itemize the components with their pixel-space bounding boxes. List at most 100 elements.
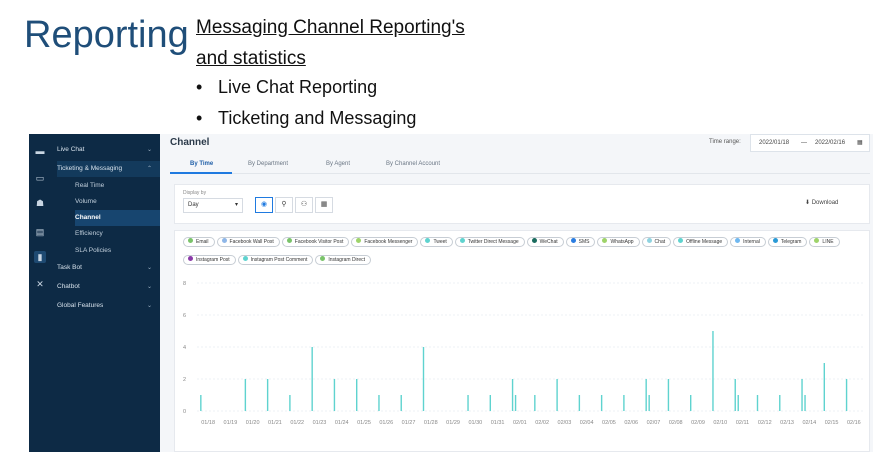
user-icon: ⚲ (281, 201, 287, 208)
legend-item[interactable]: Facebook Messenger (351, 237, 419, 247)
time-range-picker[interactable]: 2022/01/18 — 2022/02/16 ▦ (750, 134, 870, 152)
main-content: Channel Time range: 2022/01/18 — 2022/02… (160, 134, 873, 452)
sidebar-item-ticketing-messaging[interactable]: Ticketing & Messaging ⌃ (57, 161, 160, 177)
chart-bar[interactable] (333, 379, 336, 411)
x-tick-label: 02/13 (780, 420, 794, 426)
chart-bar[interactable] (845, 379, 848, 411)
tab-bar: By Time By Department By Agent By Channe… (170, 158, 870, 174)
chart-bar[interactable] (378, 395, 380, 411)
chevron-down-icon: ⌄ (146, 284, 152, 290)
x-tick-label: 01/28 (424, 420, 438, 426)
chart-bar[interactable] (556, 379, 558, 411)
sidebar-item-live-chat[interactable]: Live Chat ⌄ (57, 142, 160, 158)
download-button[interactable]: ⬇ Download (805, 199, 838, 206)
chart-bar[interactable] (737, 395, 739, 411)
legend-item[interactable]: Offline Message (673, 237, 729, 247)
legend-item[interactable]: Tweet (420, 237, 453, 247)
legend-item[interactable]: Chat (641, 237, 672, 247)
sidebar-item-efficiency[interactable]: Efficiency (75, 226, 160, 242)
tab-by-department[interactable]: By Department (248, 161, 288, 167)
legend-item[interactable]: Internal (730, 237, 766, 247)
legend-item[interactable]: Instagram Post Comment (237, 255, 314, 265)
caret-down-icon: ▾ (234, 202, 238, 208)
legend-label: Offline Message (686, 239, 723, 245)
legend-item[interactable]: SMS (565, 237, 596, 247)
x-tick-label: 02/10 (713, 420, 727, 426)
display-by-select[interactable]: Day ▾ (183, 198, 243, 213)
x-tick-label: 02/14 (802, 420, 816, 426)
legend-dot (814, 238, 820, 244)
bot-icon[interactable]: ☗ (34, 197, 46, 209)
legend-item[interactable]: WhatsApp (597, 237, 640, 247)
chart-bar[interactable] (712, 331, 714, 411)
chart-bar[interactable] (244, 379, 247, 411)
chart-bar[interactable] (400, 395, 402, 411)
slide-bullet: Live Chat Reporting (196, 72, 416, 103)
chart-bar[interactable] (467, 395, 469, 411)
book-icon[interactable]: ▤ (34, 226, 46, 238)
legend-item[interactable]: Facebook Visitor Post (281, 237, 350, 247)
chart-bar[interactable] (289, 395, 291, 411)
legend-item[interactable]: Instagram Direct (315, 255, 372, 265)
x-tick-label: 01/29 (446, 420, 460, 426)
chart-bar[interactable] (422, 347, 425, 411)
chart-bar[interactable] (600, 395, 603, 411)
legend-dot (531, 238, 537, 244)
reports-icon[interactable]: ▮ (34, 251, 46, 263)
view-account-button[interactable]: ▦ (315, 197, 333, 213)
chart-bar[interactable] (200, 395, 202, 411)
chart-bar[interactable] (266, 379, 269, 411)
legend-item[interactable]: Facebook Wall Post (216, 237, 280, 247)
legend-item[interactable]: Twitter Direct Message (454, 237, 525, 247)
chart-bar[interactable] (645, 379, 647, 411)
chart-bar[interactable] (801, 379, 803, 411)
chart-bar[interactable] (311, 347, 313, 411)
legend-item[interactable]: Email (183, 237, 215, 247)
chart-bar[interactable] (489, 395, 491, 411)
legend-item[interactable]: WeChat (526, 237, 564, 247)
chart-bar[interactable] (804, 395, 806, 411)
chart-card: Email Facebook Wall Post Facebook Visitor … (174, 230, 870, 452)
chart-bar[interactable] (623, 395, 625, 411)
page-title: Channel (170, 137, 210, 148)
chart-bar[interactable] (756, 395, 759, 411)
chart-bar[interactable] (514, 395, 517, 411)
tab-by-agent[interactable]: By Agent (326, 161, 350, 167)
chart-bar[interactable] (823, 363, 825, 411)
sidebar-item-chatbot[interactable]: Chatbot ⌄ (57, 279, 160, 295)
view-team-button[interactable]: ⚇ (295, 197, 313, 213)
slide-bullet: Ticketing and Messaging (196, 103, 416, 134)
sidebar-item-global-features[interactable]: Global Features ⌄ (57, 298, 160, 314)
view-channel-button[interactable]: ◉ (255, 197, 273, 213)
legend-label: Twitter Direct Message (467, 239, 519, 245)
chart-bar[interactable] (667, 379, 670, 411)
chart-bar[interactable] (356, 379, 358, 411)
sidebar-item-sla-policies[interactable]: SLA Policies (75, 243, 160, 259)
chart-bar[interactable] (578, 395, 581, 411)
tab-by-time[interactable]: By Time (190, 161, 213, 167)
messages-icon[interactable]: ▭ (34, 172, 46, 184)
reporting-app: ▬ ▭ ☗ ▤ ▮ ✕ Live Chat ⌄ Ticketing & Messa… (29, 134, 873, 452)
sidebar-item-channel[interactable]: Channel (75, 210, 160, 226)
display-by-value: Day (188, 202, 199, 208)
chart-bar[interactable] (779, 395, 781, 411)
x-tick-label: 02/12 (758, 420, 772, 426)
chat-icon[interactable]: ▬ (34, 145, 46, 157)
legend-item[interactable]: LINE (809, 237, 840, 247)
chart-bar[interactable] (690, 395, 692, 411)
sidebar-item-real-time[interactable]: Real Time (75, 178, 160, 194)
legend-item[interactable]: Instagram Post (183, 255, 236, 265)
view-agent-button[interactable]: ⚲ (275, 197, 293, 213)
legend-dot (221, 238, 227, 244)
x-tick-label: 02/16 (847, 420, 861, 426)
legend-item[interactable]: Telegram (767, 237, 808, 247)
sidebar-item-task-bot[interactable]: Task Bot ⌄ (57, 260, 160, 276)
chart-bar[interactable] (734, 379, 736, 411)
legend-dot (188, 238, 193, 244)
chart-bar[interactable] (648, 395, 650, 411)
chart-bar[interactable] (534, 395, 536, 411)
chart-bar[interactable] (511, 379, 514, 411)
sidebar-item-volume[interactable]: Volume (75, 194, 160, 210)
tab-by-channel-account[interactable]: By Channel Account (386, 161, 440, 167)
tools-icon[interactable]: ✕ (34, 278, 46, 290)
